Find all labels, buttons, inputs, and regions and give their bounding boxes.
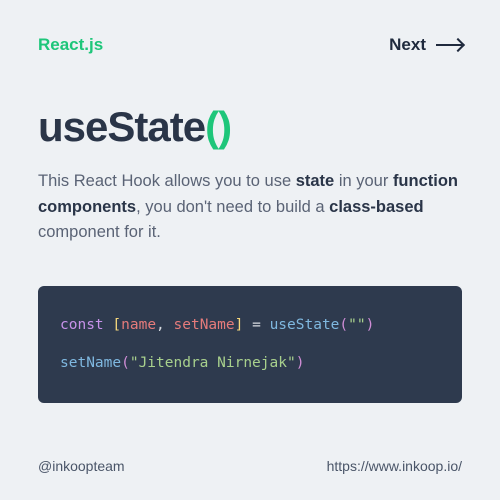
fn-usestate: useState — [270, 317, 340, 333]
equals: = — [243, 317, 269, 333]
keyword-const: const — [60, 317, 104, 333]
footer: @inkoopteam https://www.inkoop.io/ — [38, 458, 462, 474]
var-name: name — [121, 317, 156, 333]
title-name: useState — [38, 103, 205, 150]
paren-close: ) — [366, 317, 375, 333]
brand-label: React.js — [38, 35, 103, 55]
footer-handle: @inkoopteam — [38, 458, 125, 474]
desc-bold-class: class-based — [329, 198, 423, 216]
code-line-1: const [name, setName] = useState("") — [60, 310, 440, 340]
code-block: const [name, setName] = useState("") set… — [38, 286, 462, 403]
paren-open-2: ( — [121, 355, 130, 371]
page-title: useState() — [38, 103, 462, 151]
desc-mid2: , you don't need to build a — [136, 198, 329, 216]
description-text: This React Hook allows you to use state … — [38, 169, 462, 246]
var-setname: setName — [174, 317, 235, 333]
footer-url: https://www.inkoop.io/ — [327, 458, 462, 474]
paren-close-2: ) — [296, 355, 305, 371]
comma: , — [156, 317, 173, 333]
desc-mid1: in your — [334, 172, 393, 190]
string-empty: "" — [348, 317, 365, 333]
string-arg: "Jitendra Nirnejak" — [130, 355, 296, 371]
header: React.js Next — [38, 35, 462, 55]
code-line-2: setName("Jitendra Nirnejak") — [60, 348, 440, 378]
desc-bold-state: state — [296, 172, 335, 190]
desc-pre: This React Hook allows you to use — [38, 172, 296, 190]
code-gap — [60, 340, 440, 348]
next-link[interactable]: Next — [389, 35, 462, 55]
next-label: Next — [389, 35, 426, 55]
desc-post: component for it. — [38, 223, 161, 241]
paren-open: ( — [339, 317, 348, 333]
bracket-open: [ — [104, 317, 121, 333]
arrow-right-icon — [436, 44, 462, 46]
fn-setname: setName — [60, 355, 121, 371]
title-parens: () — [205, 103, 231, 150]
